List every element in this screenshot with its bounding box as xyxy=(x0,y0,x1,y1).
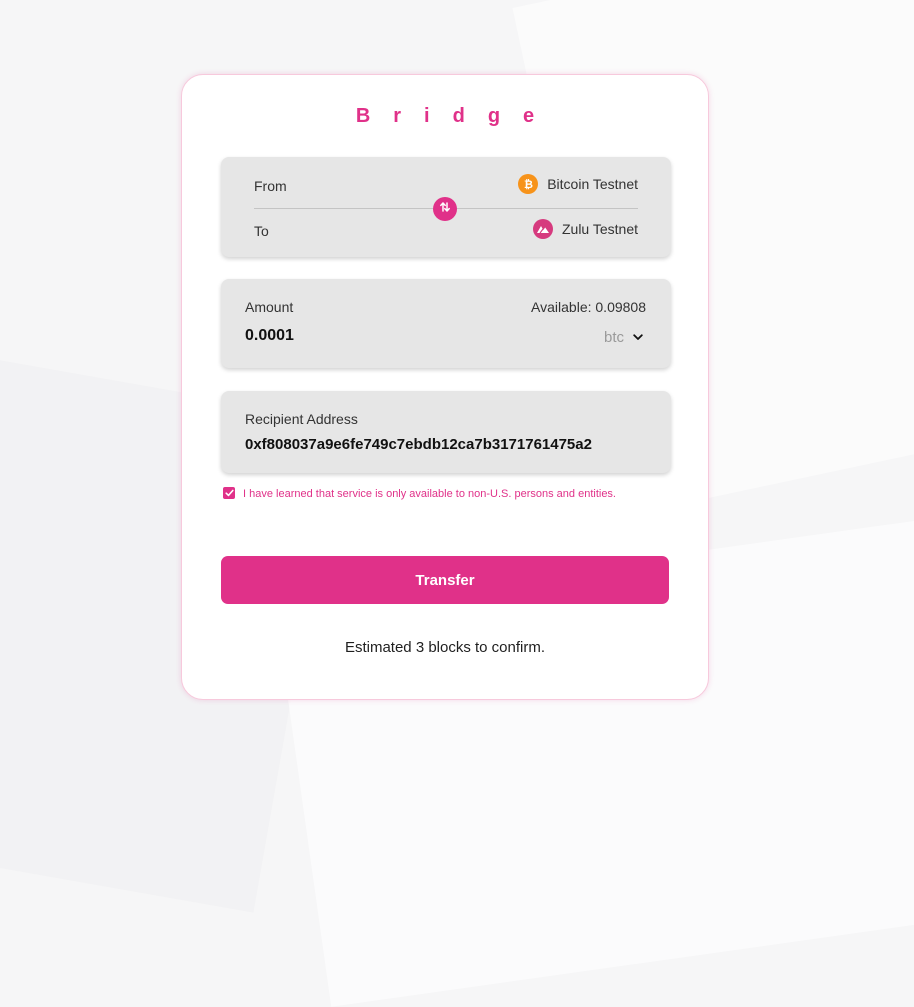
to-network-name: Zulu Testnet xyxy=(561,221,638,237)
recipient-panel: Recipient Address xyxy=(221,391,671,473)
bitcoin-icon: ₿ xyxy=(518,174,539,194)
from-label: From xyxy=(254,178,287,194)
swap-arrows-icon xyxy=(439,200,451,218)
recipient-address-input[interactable] xyxy=(245,436,655,453)
to-network-select[interactable]: Zulu Testnet xyxy=(532,219,638,239)
amount-label: Amount xyxy=(245,299,294,315)
route-panel: From ₿ Bitcoin Testnet To Zulu Testnet xyxy=(221,157,671,257)
to-label: To xyxy=(254,223,269,239)
amount-input[interactable] xyxy=(245,327,445,345)
chevron-down-icon xyxy=(633,328,643,346)
from-network-name: Bitcoin Testnet xyxy=(547,176,638,192)
token-select[interactable]: btc xyxy=(604,328,643,346)
confirmation-estimate: Estimated 3 blocks to confirm. xyxy=(344,639,546,656)
transfer-button[interactable]: Transfer xyxy=(221,556,669,604)
zulu-icon xyxy=(532,219,553,239)
token-name: btc xyxy=(603,328,624,346)
agreement-text: I have learned that service is only avai… xyxy=(243,488,616,500)
from-network-select[interactable]: ₿ Bitcoin Testnet xyxy=(518,174,638,194)
agreement-checkbox[interactable] xyxy=(223,487,235,499)
page-title: Bridge xyxy=(355,105,558,127)
available-balance: Available: 0.09808 xyxy=(531,299,646,315)
bridge-card: Bridge From ₿ Bitcoin Testnet To Zulu Te… xyxy=(181,74,709,700)
swap-button[interactable] xyxy=(433,197,457,221)
check-icon xyxy=(224,489,234,497)
agreement-row: I have learned that service is only avai… xyxy=(223,486,663,502)
svg-text:₿: ₿ xyxy=(524,178,533,190)
amount-panel: Amount Available: 0.09808 btc xyxy=(221,279,671,368)
recipient-label: Recipient Address xyxy=(245,411,358,427)
